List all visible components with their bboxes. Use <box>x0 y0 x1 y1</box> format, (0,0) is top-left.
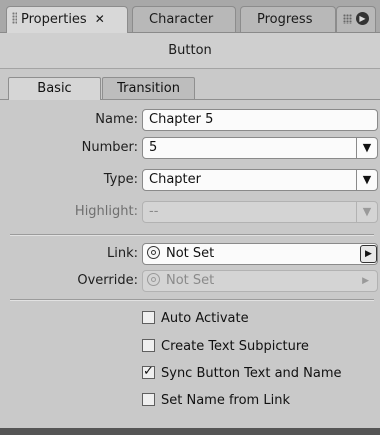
type-value: Chapter <box>149 172 201 187</box>
name-value: Chapter 5 <box>149 112 214 127</box>
tab-character-label: Character <box>149 12 214 27</box>
highlight-value: -- <box>149 204 159 219</box>
properties-panel: Properties ✕ Character Progress ▶ Button … <box>0 0 380 435</box>
override-label: Override: <box>77 273 138 288</box>
tab-properties[interactable]: Properties ✕ <box>6 6 128 33</box>
sub-tab-bar: Basic Transition <box>0 69 380 100</box>
auto-activate-checkbox[interactable]: Auto Activate <box>142 310 249 328</box>
panel-menu-button[interactable]: ▶ <box>336 6 376 32</box>
number-label: Number: <box>81 140 138 155</box>
panel-menu-icon: ▶ <box>356 12 369 25</box>
checkbox-box[interactable] <box>142 363 155 381</box>
number-value: 5 <box>149 140 158 155</box>
override-value: Not Set <box>166 273 215 288</box>
grip-icon <box>343 14 352 24</box>
arrow-right-icon[interactable]: ▶ <box>362 271 369 291</box>
tab-progress-label: Progress <box>257 12 313 27</box>
drag-grip-icon[interactable] <box>12 12 17 24</box>
divider <box>10 299 374 301</box>
sync-button-text-checkbox[interactable]: Sync Button Text and Name <box>142 363 342 383</box>
checkbox-label: Auto Activate <box>161 311 249 326</box>
highlight-dropdown[interactable]: -- ▼ <box>142 201 378 223</box>
checkbox-label: Create Text Subpicture <box>161 339 309 354</box>
type-label: Type: <box>103 172 138 187</box>
link-value: Not Set <box>166 246 215 261</box>
panel-title: Button <box>0 33 380 69</box>
tab-character[interactable]: Character <box>132 6 236 32</box>
link-label: Link: <box>106 246 138 261</box>
checkbox-label: Set Name from Link <box>161 393 290 408</box>
panel-bottom-edge <box>0 428 380 435</box>
name-label: Name: <box>95 112 138 127</box>
set-name-from-link-checkbox[interactable]: Set Name from Link <box>142 392 290 410</box>
tab-basic[interactable]: Basic <box>8 77 101 100</box>
pickwhip-icon[interactable] <box>147 273 160 286</box>
close-icon[interactable]: ✕ <box>95 12 105 26</box>
type-dropdown[interactable]: Chapter ▼ <box>142 169 378 191</box>
tab-properties-label: Properties <box>21 12 87 27</box>
checkbox-box[interactable] <box>142 393 155 406</box>
checkbox-box[interactable] <box>142 311 155 324</box>
name-field[interactable]: Chapter 5 <box>142 109 378 131</box>
divider <box>10 234 374 236</box>
tab-transition[interactable]: Transition <box>102 77 195 99</box>
checkbox-label: Sync Button Text and Name <box>161 366 342 381</box>
pickwhip-icon[interactable] <box>147 246 160 259</box>
panel-tab-bar: Properties ✕ Character Progress ▶ <box>0 0 380 33</box>
link-field[interactable]: Not Set ▶ <box>142 243 378 265</box>
highlight-label: Highlight: <box>74 204 138 219</box>
checkbox-box[interactable] <box>142 339 155 352</box>
number-dropdown[interactable]: 5 ▼ <box>142 137 378 159</box>
chevron-down-icon[interactable]: ▼ <box>356 170 377 190</box>
chevron-down-icon[interactable]: ▼ <box>356 138 377 158</box>
create-text-subpicture-checkbox[interactable]: Create Text Subpicture <box>142 338 309 356</box>
tab-progress[interactable]: Progress <box>240 6 336 32</box>
chevron-down-icon[interactable]: ▼ <box>356 202 377 222</box>
override-field[interactable]: Not Set ▶ <box>142 270 378 292</box>
arrow-right-icon[interactable]: ▶ <box>360 245 377 263</box>
